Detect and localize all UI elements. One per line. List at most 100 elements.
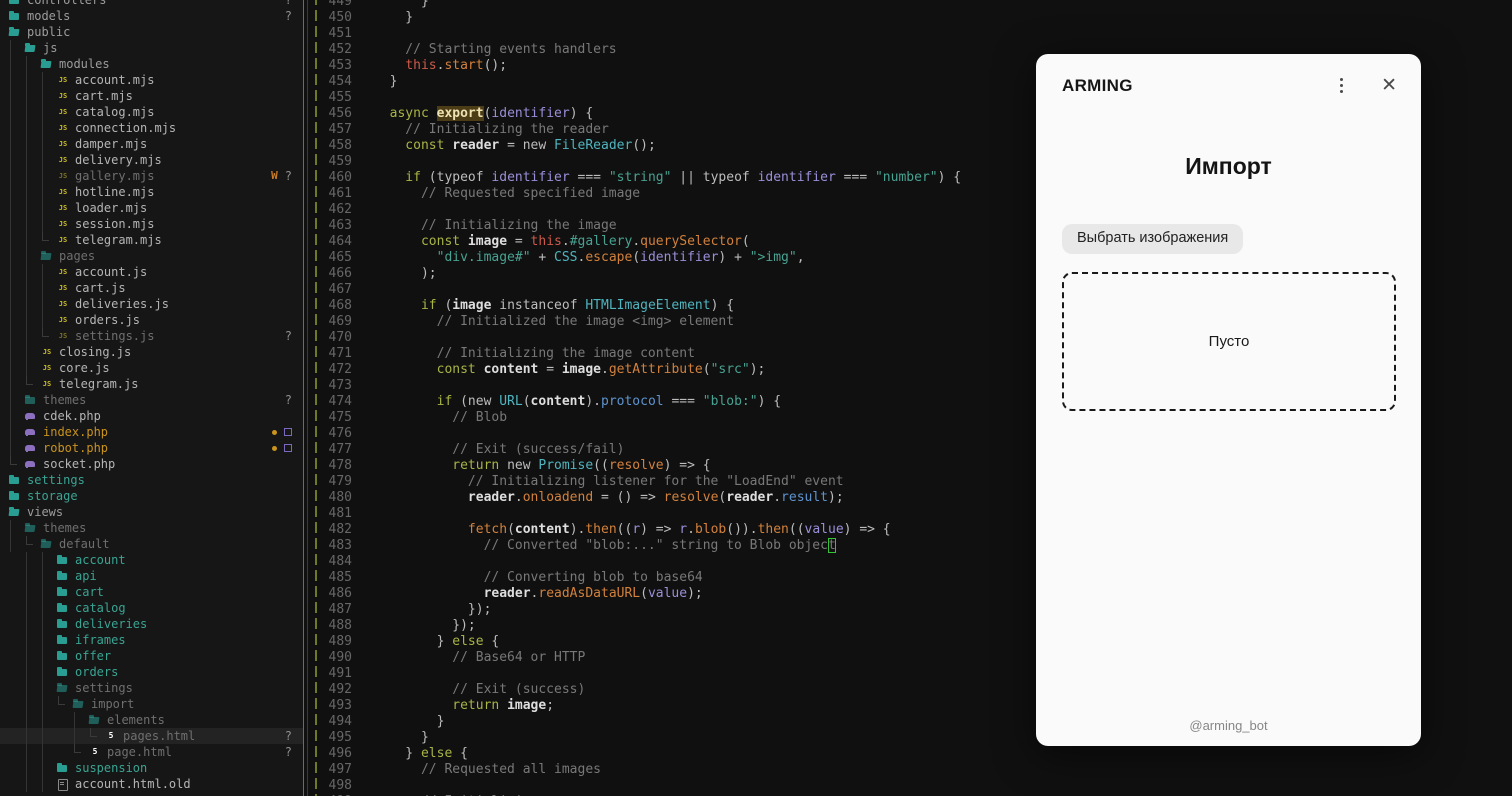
code-line[interactable]: 482 fetch(content).then((r) => r.blob())…	[308, 522, 1036, 538]
tree-item[interactable]: offer	[0, 648, 303, 664]
code-line[interactable]: 494 }	[308, 714, 1036, 730]
code-line[interactable]: 484	[308, 554, 1036, 570]
code-line[interactable]: 463 // Initializing the image	[308, 218, 1036, 234]
tree-item[interactable]: cdek.php	[0, 408, 303, 424]
code-line[interactable]: 460 if (typeof identifier === "string" |…	[308, 170, 1036, 186]
tree-item[interactable]: settings	[0, 680, 303, 696]
tree-item[interactable]: JSgallery.mjsW?	[0, 168, 303, 184]
tree-item[interactable]: index.php	[0, 424, 303, 440]
code-line[interactable]: 475 // Blob	[308, 410, 1036, 426]
tree-item[interactable]: JSsession.mjs	[0, 216, 303, 232]
tree-item[interactable]: import	[0, 696, 303, 712]
code-line[interactable]: 498	[308, 778, 1036, 794]
code-editor[interactable]: 449 }450 }451452 // Starting events hand…	[308, 0, 1036, 796]
tree-item[interactable]: views	[0, 504, 303, 520]
tree-item[interactable]: account	[0, 552, 303, 568]
code-line[interactable]: 469 // Initialized the image <img> eleme…	[308, 314, 1036, 330]
code-line[interactable]: 468 if (image instanceof HTMLImageElemen…	[308, 298, 1036, 314]
tree-item[interactable]: JSdeliveries.js	[0, 296, 303, 312]
tree-item[interactable]: JScatalog.mjs	[0, 104, 303, 120]
tree-item[interactable]: deliveries	[0, 616, 303, 632]
sidebar-divider[interactable]	[303, 0, 304, 796]
code-line[interactable]: 471 // Initializing the image content	[308, 346, 1036, 362]
code-line[interactable]: 483 // Converted "blob:..." string to Bl…	[308, 538, 1036, 554]
code-line[interactable]: 457 // Initializing the reader	[308, 122, 1036, 138]
tree-item[interactable]: elements	[0, 712, 303, 728]
kebab-menu-icon[interactable]	[1336, 74, 1347, 97]
tree-item[interactable]: JScore.js	[0, 360, 303, 376]
tree-item[interactable]: modules	[0, 56, 303, 72]
tree-item[interactable]: suspension	[0, 760, 303, 776]
image-dropzone[interactable]: Пусто	[1062, 272, 1396, 411]
code-line[interactable]: 456 async export(identifier) {	[308, 106, 1036, 122]
code-line[interactable]: 473	[308, 378, 1036, 394]
tree-item[interactable]: catalog	[0, 600, 303, 616]
tree-item[interactable]: api	[0, 568, 303, 584]
tree-item[interactable]: JShotline.mjs	[0, 184, 303, 200]
code-line[interactable]: 461 // Requested specified image	[308, 186, 1036, 202]
code-line[interactable]: 467	[308, 282, 1036, 298]
code-line[interactable]: 492 // Exit (success)	[308, 682, 1036, 698]
tree-item[interactable]: JSdelivery.mjs	[0, 152, 303, 168]
tree-item[interactable]: JScart.mjs	[0, 88, 303, 104]
code-line[interactable]: 480 reader.onloadend = () => resolve(rea…	[308, 490, 1036, 506]
code-line[interactable]: 477 // Exit (success/fail)	[308, 442, 1036, 458]
code-line[interactable]: 493 return image;	[308, 698, 1036, 714]
code-line[interactable]: 489 } else {	[308, 634, 1036, 650]
tree-item[interactable]: settings	[0, 472, 303, 488]
code-line[interactable]: 465 "div.image#" + CSS.escape(identifier…	[308, 250, 1036, 266]
tree-item[interactable]: 5page.html?	[0, 744, 303, 760]
tree-item[interactable]: pages	[0, 248, 303, 264]
tree-item[interactable]: orders	[0, 664, 303, 680]
tree-item[interactable]: themes	[0, 520, 303, 536]
code-line[interactable]: 496 } else {	[308, 746, 1036, 762]
tree-item[interactable]: cart	[0, 584, 303, 600]
code-line[interactable]: 487 });	[308, 602, 1036, 618]
tree-item[interactable]: JStelegram.mjs	[0, 232, 303, 248]
code-line[interactable]: 490 // Base64 or HTTP	[308, 650, 1036, 666]
code-line[interactable]: 462	[308, 202, 1036, 218]
code-line[interactable]: 464 const image = this.#gallery.querySel…	[308, 234, 1036, 250]
tree-item[interactable]: JSdamper.mjs	[0, 136, 303, 152]
code-line[interactable]: 478 return new Promise((resolve) => {	[308, 458, 1036, 474]
code-line[interactable]: 476	[308, 426, 1036, 442]
tree-item[interactable]: socket.php	[0, 456, 303, 472]
tree-item[interactable]: JSsettings.js?	[0, 328, 303, 344]
tree-item[interactable]: JSorders.js	[0, 312, 303, 328]
code-line[interactable]: 459	[308, 154, 1036, 170]
tree-item[interactable]: JSclosing.js	[0, 344, 303, 360]
tree-item[interactable]: JScart.js	[0, 280, 303, 296]
tree-item[interactable]: default	[0, 536, 303, 552]
tree-item[interactable]: controllers?	[0, 0, 303, 8]
code-line[interactable]: 472 const content = image.getAttribute("…	[308, 362, 1036, 378]
choose-images-button[interactable]: Выбрать изображения	[1062, 224, 1243, 254]
tree-item[interactable]: account.html.old	[0, 776, 303, 792]
tree-item[interactable]: js	[0, 40, 303, 56]
tree-item[interactable]: robot.php	[0, 440, 303, 456]
tree-item[interactable]: themes?	[0, 392, 303, 408]
code-line[interactable]: 488 });	[308, 618, 1036, 634]
tree-item[interactable]: JSconnection.mjs	[0, 120, 303, 136]
code-line[interactable]: 479 // Initializing listener for the "Lo…	[308, 474, 1036, 490]
code-line[interactable]: 452 // Starting events handlers	[308, 42, 1036, 58]
tree-item[interactable]: storage	[0, 488, 303, 504]
code-line[interactable]: 449 }	[308, 0, 1036, 10]
code-line[interactable]: 495 }	[308, 730, 1036, 746]
close-icon[interactable]: ✕	[1381, 76, 1397, 95]
code-line[interactable]: 466 );	[308, 266, 1036, 282]
code-line[interactable]: 470	[308, 330, 1036, 346]
code-line[interactable]: 450 }	[308, 10, 1036, 26]
tree-item[interactable]: iframes	[0, 632, 303, 648]
code-line[interactable]: 481	[308, 506, 1036, 522]
tree-item[interactable]: JSaccount.js	[0, 264, 303, 280]
tree-item[interactable]: 5pages.html?	[0, 728, 303, 744]
tree-item[interactable]: JSloader.mjs	[0, 200, 303, 216]
code-line[interactable]: 491	[308, 666, 1036, 682]
code-line[interactable]: 454 }	[308, 74, 1036, 90]
tree-item[interactable]: JSaccount.mjs	[0, 72, 303, 88]
code-line[interactable]: 453 this.start();	[308, 58, 1036, 74]
tree-item[interactable]: public	[0, 24, 303, 40]
tree-item[interactable]: models?	[0, 8, 303, 24]
tree-item[interactable]: JStelegram.js	[0, 376, 303, 392]
code-line[interactable]: 455	[308, 90, 1036, 106]
